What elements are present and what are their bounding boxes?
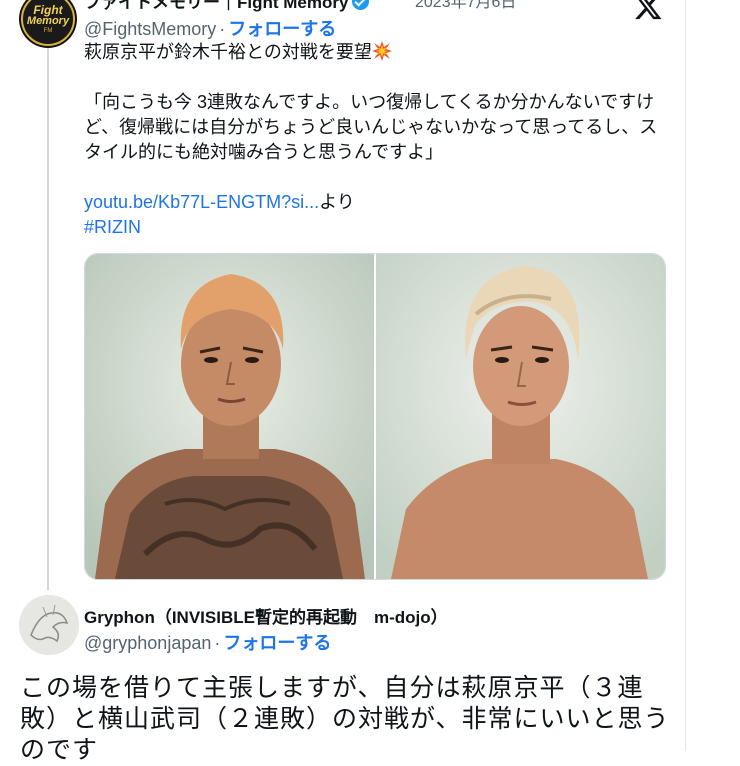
handle-row: @gryphonjapan · フォローする [84,629,331,655]
follow-button[interactable]: フォローする [223,633,331,653]
user-handle[interactable]: @gryphonjapan [84,633,211,653]
separator-dot: · [219,19,226,39]
verified-badge-icon [352,0,370,10]
display-name[interactable]: ファイトメモリー｜Fight Memory [84,0,370,13]
link-suffix: より [319,192,355,212]
hashtag-link[interactable]: #RIZIN [84,217,141,237]
tweet-text-line: 萩原京平が鈴木千裕との対戦を要望 [84,42,372,62]
tweet-body: この場を借りて主張しますが、自分は萩原京平（３連敗）と横山武司（２連敗）の対戦が… [20,674,670,764]
tweet-body: 萩原京平が鈴木千裕との対戦を要望 「向こうも今 3連敗なんですよ。いつ復帰してく… [84,40,674,240]
follow-button[interactable]: フォローする [228,19,336,39]
handle-row: @FightsMemory · フォローする [84,15,336,41]
fighter-photo-blond-icon [376,254,665,579]
youtube-link[interactable]: youtu.be/Kb77L-ENGTM?si... [84,192,319,212]
user-handle[interactable]: @FightsMemory [84,19,216,39]
media-image-left[interactable] [85,254,374,579]
separator-dot: · [214,633,221,653]
tweet-media[interactable] [84,253,666,580]
gryphon-sketch-icon [19,595,79,655]
tweet-quote-text: 「向こうも今 3連敗なんですよ。いつ復帰してくるか分かんないですけど、復帰戦には… [84,92,658,162]
x-logo-icon[interactable] [633,0,663,22]
display-name[interactable]: Gryphon（INVISIBLE暫定的再起動 m-dojo） [84,603,448,628]
avatar[interactable] [19,595,79,655]
fight-memory-logo: Fight Memory FM [21,0,75,46]
fighter-photo-tattooed-icon [85,254,374,579]
thread-connector-line [47,48,49,590]
tweet-date[interactable]: 2023年7月6日 [415,0,516,12]
collision-emoji-icon [371,41,392,61]
media-image-right[interactable] [376,254,665,579]
